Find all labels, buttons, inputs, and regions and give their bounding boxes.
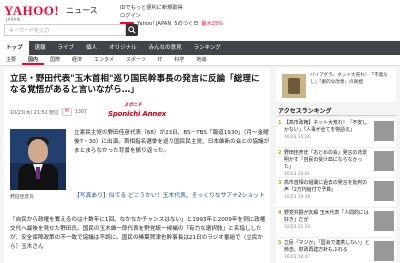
rank-text[interactable]: 立民「マジか」「国会で連携しない」と懸念、財政再建方針もぶれる [284, 240, 370, 253]
logo-subtitle: JAPAN [6, 17, 21, 22]
nav-top[interactable]: トップ [0, 41, 29, 55]
rank-date: 10/23 14:26 [284, 135, 311, 140]
article-photo[interactable] [10, 129, 66, 190]
nav-breaking[interactable]: 速報 [29, 41, 52, 55]
sidebar-ad[interactable]: バイアグラ、ネット大売れ！「不発なし」「劇的な改善」の真相 [276, 68, 396, 102]
tab-main[interactable]: 主要 [0, 55, 22, 65]
rank-thumbnail [374, 151, 394, 171]
search-icon [128, 26, 136, 34]
nav-original[interactable]: オリジナル [103, 41, 143, 55]
nav-live[interactable]: ライブ [52, 41, 81, 55]
tab-entertainment[interactable]: エンタメ [88, 55, 120, 65]
rank-thumbnail [374, 181, 394, 201]
ranking-title: アクセスランキング [276, 106, 396, 116]
rank-number: 3 [278, 180, 282, 186]
promo-brand[interactable]: Yahoo! JAPAN [137, 20, 171, 28]
nav-personal[interactable]: 個人 [80, 41, 103, 55]
main-nav: トップ 速報 ライブ 個人 オリジナル みんなの意見 ランキング [0, 41, 400, 55]
section-name[interactable]: ニュース [66, 5, 98, 16]
article-body: 「自民から政権を奪えるのは十数年に1回。なかなかチャンスはない」と1993年と2… [10, 217, 266, 250]
rank-text[interactable]: 【高市政権】ネット大荒れ！「不安しかない」「人事が全てを物語る」 [284, 120, 367, 133]
sidebar: バイアグラ、ネット大売れ！「不発なし」「劇的な改善」の真相 アクセスランキング … [276, 68, 396, 263]
search-button[interactable] [126, 24, 138, 36]
nav-opinion[interactable]: みんなの意見 [143, 41, 188, 55]
ranking-list: 1 【高市政権】ネット大荒れ！「不安しかない」「人事が全てを物語る」 10/23 … [276, 118, 396, 263]
category-nav: 主要 国内 国際 経済 エンタメ スポーツ IT 科学 地域 [0, 55, 400, 66]
tab-science[interactable]: 科学 [168, 55, 190, 65]
rank-number: 4 [278, 210, 282, 216]
tab-economy[interactable]: 経済 [66, 55, 88, 65]
rank-thumbnail [374, 241, 394, 261]
comment-icon[interactable]: ✉ [61, 108, 72, 116]
id-link[interactable]: IDでもっと便利に新規取得 [120, 4, 183, 12]
promo-day[interactable]: 5のつく日 [174, 20, 198, 28]
top-bar: YAHOO! JAPAN ニュース IDでもっと便利に新規取得 ログイン Yah… [0, 0, 400, 40]
rank-number: 5 [278, 240, 282, 246]
publish-date: 10/23(木) 21:52 配信 [10, 110, 59, 116]
rank-thumbnail [374, 211, 394, 231]
tab-international[interactable]: 国際 [44, 55, 66, 65]
login-link[interactable]: ログイン [120, 12, 141, 20]
article-lead: 立憲民主党の野田佳彦代表（68）が23日、BS－TBS「報道1930」（月～金曜… [74, 130, 270, 154]
article-title: 立民・野田代表"玉木首相"巡り国民幹事長の発言に反論「総理になる覚悟があると言い… [10, 74, 260, 95]
rank-text[interactable]: 高市首相の組閣に過去の発言を批判の声「2万円給付で予算」 [284, 180, 367, 193]
article: 立民・野田代表"玉木首相"巡り国民幹事長の発言に反論「総理になる覚悟があると言い… [4, 68, 270, 263]
comment-count[interactable]: 1367 [75, 110, 87, 115]
ranking-item[interactable]: 3 高市首相の組閣に過去の発言を批判の声「2万円給付で予算」 10/23 19:3… [276, 178, 396, 208]
ad-text[interactable]: バイアグラ、ネット大売れ！「不発なし」「劇的な改善」の真相 [310, 72, 394, 86]
rank-thumbnail [374, 121, 394, 141]
nav-ranking[interactable]: ランキング [188, 41, 227, 55]
ranking-item[interactable]: 1 【高市政権】ネット大荒れ！「不安しかない」「人事が全てを物語る」 10/23 … [276, 118, 396, 148]
rank-number: 1 [278, 120, 282, 126]
publisher-logo[interactable]: スポニチ Sponichi Annex [108, 102, 176, 122]
ranking-item[interactable]: 4 野党共闘が瓦解 玉木代表「人間的には好き」だが 10/23 21:20 [276, 208, 396, 238]
ranking-item[interactable]: 2 野田佳彦氏「おどめの会」発言の背景明かす「自民の受け皿にならなかった」 10/… [276, 148, 396, 178]
rank-date: 10/23 21:20 [284, 225, 311, 230]
rank-date: 10/23 20:01 [284, 172, 311, 177]
article-meta: 10/23(木) 21:52 配信 ✉ 1367 [10, 108, 87, 116]
rank-text[interactable]: 野党共闘が瓦解 玉木代表「人間的には好き」だが [284, 210, 369, 223]
promo-percent[interactable]: 最大25% [201, 20, 223, 28]
photo-link[interactable]: 【写真あり】似てる どこうかい！玉木代表、そっくりなサアナ2ショット [74, 192, 270, 201]
rank-text[interactable]: 野田佳彦氏「おどめの会」発言の背景明かす「自民の受け皿にならなかった」 [284, 150, 367, 170]
photo-caption: 野田佳彦氏 [10, 195, 34, 200]
tab-domestic[interactable]: 国内 [22, 55, 45, 65]
tab-local[interactable]: 地域 [190, 55, 212, 65]
rank-date: 10/23 19:38 [284, 195, 311, 200]
tab-it[interactable]: IT [152, 55, 169, 65]
search-input[interactable]: キーワードを入力 [4, 24, 126, 36]
ad-thumbnail [282, 74, 306, 98]
tab-sports[interactable]: スポーツ [120, 55, 152, 65]
rank-date: 10/23 18:47 [284, 255, 311, 260]
ranking-item[interactable]: 5 立民「マジか」「国会で連携しない」と懸念、財政再建方針もぶれる 10/23 1… [276, 238, 396, 263]
rank-number: 2 [278, 150, 282, 156]
